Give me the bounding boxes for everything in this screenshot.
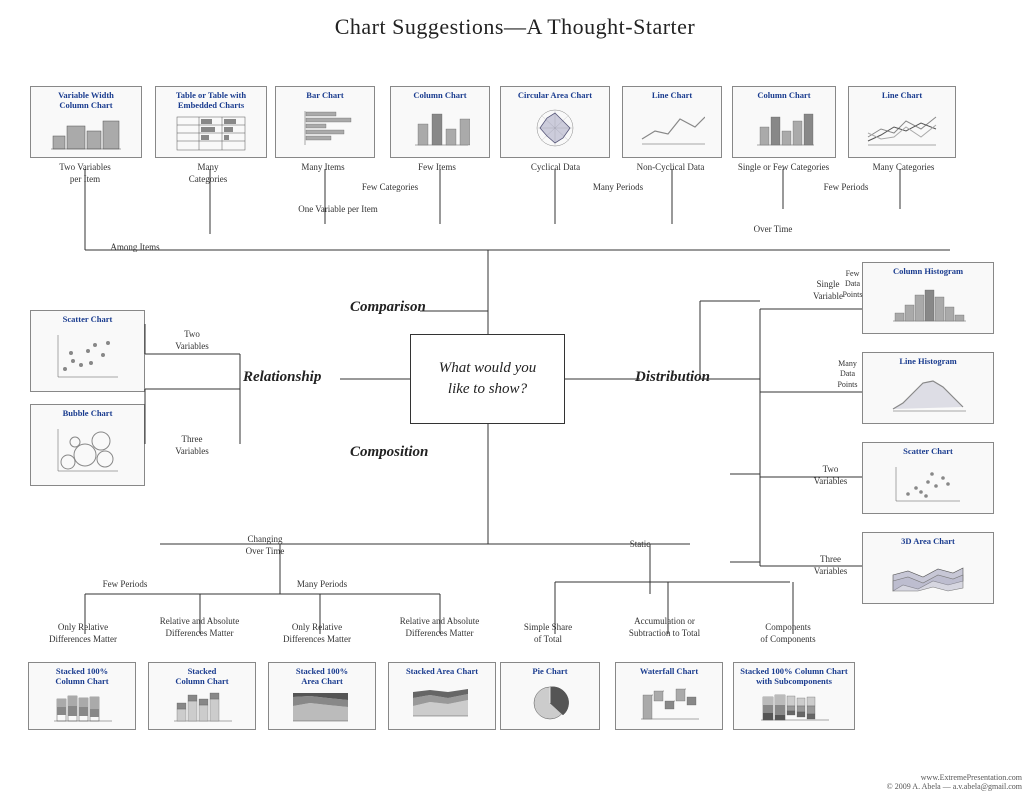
area-3d-title: 3D Area Chart: [901, 536, 955, 546]
distribution-label: Distribution: [635, 369, 710, 386]
scatter-chart-title: Scatter Chart: [63, 314, 113, 324]
scatter-dist-box: Scatter Chart: [862, 442, 994, 514]
pie-chart-box: Pie Chart: [500, 662, 600, 730]
line-histogram-box: Line Histogram: [862, 352, 994, 424]
stacked100-col-title: Stacked 100%Column Chart: [55, 666, 108, 686]
two-variables2-label: TwoVariables: [152, 329, 232, 352]
few-data-points-label: FewDataPoints: [825, 269, 880, 300]
among-items-label: Among Items: [75, 242, 195, 254]
relationship-label: Relationship: [243, 369, 321, 386]
two-variables-label: Two Variablesper Item: [30, 162, 140, 185]
col-chart-single-box: Column Chart: [732, 86, 836, 158]
line-chart-noncyclical-title: Line Chart: [652, 90, 692, 100]
stacked100-sub-title: Stacked 100% Column Chartwith Subcompone…: [740, 666, 847, 686]
static-label: Static: [600, 539, 680, 551]
components-label: Componentsof Components: [728, 622, 848, 645]
only-rel-many-label: Only RelativeDifferences Matter: [262, 622, 372, 645]
page-title: Chart Suggestions—A Thought-Starter: [0, 14, 1030, 40]
line-chart-manycat-title: Line Chart: [882, 90, 922, 100]
one-variable-label: One Variable per Item: [148, 204, 528, 216]
many-periods-bottom-label: Many Periods: [272, 579, 372, 591]
single-few-label: Single or Few Categories: [726, 162, 841, 174]
many-periods-label: Many Periods: [498, 182, 738, 194]
scatter-dist-title: Scatter Chart: [903, 446, 953, 456]
many-categories2-label: Many Categories: [846, 162, 961, 174]
col-histogram-title: Column Histogram: [893, 266, 963, 276]
rel-abs-few-label: Relative and AbsoluteDifferences Matter: [142, 616, 257, 639]
table-embed-chart-title: Table or Table withEmbedded Charts: [176, 90, 246, 110]
over-time-label: Over Time: [498, 224, 1030, 236]
accum-label: Accumulation orSubtraction to Total: [607, 616, 722, 639]
center-question-box: What would youlike to show?: [410, 334, 565, 424]
bar-chart-title: Bar Chart: [306, 90, 343, 100]
few-periods-label: Few Periods: [726, 182, 966, 194]
two-vars-dist-label: TwoVariables: [798, 464, 863, 487]
few-items-label: Few Items: [392, 162, 482, 174]
comparison-label: Comparison: [350, 299, 426, 316]
table-embed-chart-box: Table or Table withEmbedded Charts: [155, 86, 267, 158]
col-chart-few-box: Column Chart: [390, 86, 490, 158]
bar-chart-box: Bar Chart: [275, 86, 375, 158]
col-chart-single-title: Column Chart: [757, 90, 810, 100]
waterfall-chart-title: Waterfall Chart: [640, 666, 698, 676]
waterfall-chart-box: Waterfall Chart: [615, 662, 723, 730]
stacked-col-title: StackedColumn Chart: [175, 666, 228, 686]
many-categories-label: ManyCategories: [148, 162, 268, 185]
few-categories-label: Few Categories: [280, 182, 500, 194]
col-histogram-box: Column Histogram: [862, 262, 994, 334]
footer-line2: © 2009 A. Abela — a.v.abela@gmail.com: [887, 782, 1022, 791]
footer: www.ExtremePres­entation.com © 2009 A. A…: [887, 773, 1022, 791]
line-chart-noncyclical-box: Line Chart: [622, 86, 722, 158]
stacked-area-title: Stacked Area Chart: [406, 666, 478, 676]
circ-area-chart-box: Circular Area Chart: [500, 86, 610, 158]
var-width-col-chart-title: Variable WidthColumn Chart: [58, 90, 114, 110]
simple-share-label: Simple Shareof Total: [498, 622, 598, 645]
many-items-label: Many Items: [278, 162, 368, 174]
non-cyclical-label: Non-Cyclical Data: [618, 162, 723, 174]
composition-label: Composition: [350, 444, 428, 461]
var-width-col-chart-box: Variable WidthColumn Chart: [30, 86, 142, 158]
only-rel-few-label: Only RelativeDifferences Matter: [28, 622, 138, 645]
stacked100-col-box: Stacked 100%Column Chart: [28, 662, 136, 730]
stacked-col-box: StackedColumn Chart: [148, 662, 256, 730]
circ-area-chart-title: Circular Area Chart: [518, 90, 592, 100]
line-histogram-title: Line Histogram: [899, 356, 956, 366]
few-periods-bottom-label: Few Periods: [75, 579, 175, 591]
cyclical-data-label: Cyclical Data: [498, 162, 613, 174]
rel-abs-many-label: Relative and AbsoluteDifferences Matter: [382, 616, 497, 639]
stacked100-area-title: Stacked 100%Area Chart: [296, 666, 348, 686]
bubble-chart-box: Bubble Chart: [30, 404, 145, 486]
area-3d-box: 3D Area Chart: [862, 532, 994, 604]
many-data-points-label: ManyDataPoints: [820, 359, 875, 390]
scatter-chart-box: Scatter Chart: [30, 310, 145, 392]
line-chart-manycat-box: Line Chart: [848, 86, 956, 158]
stacked-area-box: Stacked Area Chart: [388, 662, 496, 730]
col-chart-few-title: Column Chart: [413, 90, 466, 100]
stacked100-sub-box: Stacked 100% Column Chartwith Subcompone…: [733, 662, 855, 730]
pie-chart-title: Pie Chart: [532, 666, 567, 676]
stacked100-area-box: Stacked 100%Area Chart: [268, 662, 376, 730]
bubble-chart-title: Bubble Chart: [63, 408, 113, 418]
changing-over-time-label: ChangingOver Time: [215, 534, 315, 557]
three-variables-label: ThreeVariables: [152, 434, 232, 457]
three-vars-dist-label: ThreeVariables: [798, 554, 863, 577]
